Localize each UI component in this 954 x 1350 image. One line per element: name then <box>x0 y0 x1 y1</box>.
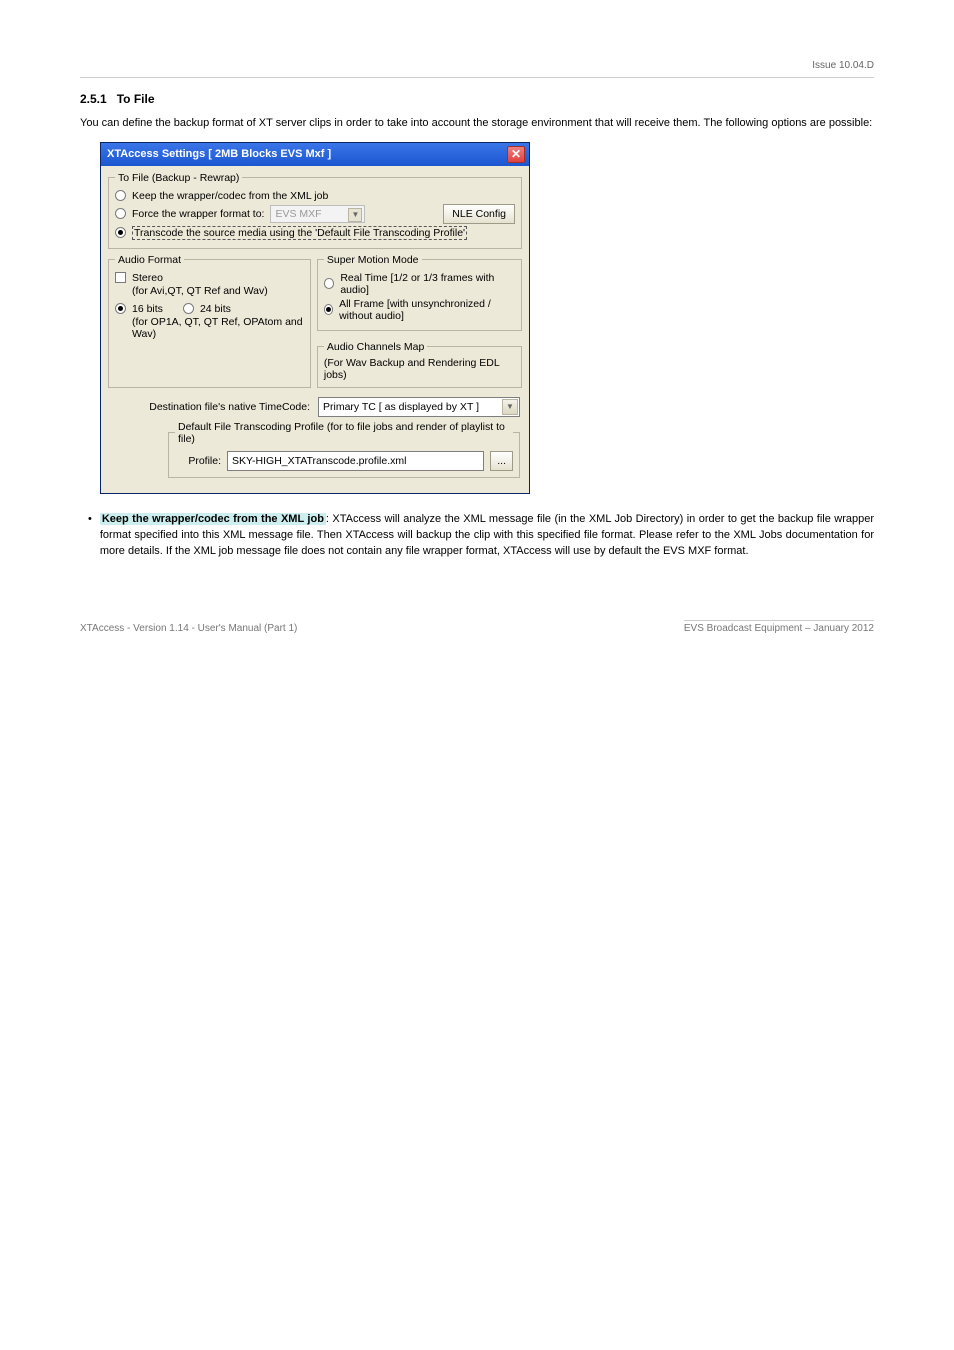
native-tc-label: Destination file's native TimeCode: <box>110 401 310 413</box>
close-icon[interactable]: ✕ <box>507 146 525 163</box>
to-file-group: To File (Backup - Rewrap) Keep the wrapp… <box>108 172 522 249</box>
stereo-help: (for Avi,QT, QT Ref and Wav) <box>132 285 304 297</box>
section-number: 2.5.1 <box>80 92 107 106</box>
transcoding-profile-legend: Default File Transcoding Profile (for to… <box>175 421 513 445</box>
force-wrapper-label: Force the wrapper format to: <box>132 208 264 220</box>
transcode-radio[interactable] <box>115 227 126 238</box>
header-rule <box>80 77 874 78</box>
bullet-label: Keep the wrapper/codec from the XML job <box>100 513 326 525</box>
stereo-label: Stereo <box>132 272 163 284</box>
keep-wrapper-radio[interactable] <box>115 190 126 201</box>
footer-right: EVS Broadcast Equipment – January 2012 <box>684 620 874 634</box>
wrapper-format-value: EVS MXF <box>275 208 321 220</box>
transcoding-profile-group: Default File Transcoding Profile (for to… <box>168 421 520 478</box>
native-tc-combo[interactable]: Primary TC [ as displayed by XT ] ▼ <box>318 397 520 417</box>
to-file-legend: To File (Backup - Rewrap) <box>115 172 242 184</box>
profile-browse-button[interactable]: ... <box>490 451 513 471</box>
bits-help: (for OP1A, QT, QT Ref, OPAtom and Wav) <box>132 316 304 340</box>
audio-channels-map-legend: Audio Channels Map <box>324 341 427 353</box>
intro-paragraph: You can define the backup format of XT s… <box>80 116 874 132</box>
16bits-radio[interactable] <box>115 303 126 314</box>
audio-format-group: Audio Format Stereo (for Avi,QT, QT Ref … <box>108 254 311 388</box>
force-wrapper-radio[interactable] <box>115 208 126 219</box>
footer-left: XTAccess - Version 1.14 - User's Manual … <box>80 623 297 634</box>
dialog-titlebar[interactable]: XTAccess Settings [ 2MB Blocks EVS Mxf ]… <box>101 143 529 166</box>
super-motion-group: Super Motion Mode Real Time [1/2 or 1/3 … <box>317 254 522 331</box>
24bits-label: 24 bits <box>200 303 231 315</box>
stereo-checkbox[interactable] <box>115 272 126 283</box>
xtaccess-settings-dialog: XTAccess Settings [ 2MB Blocks EVS Mxf ]… <box>100 142 530 494</box>
profile-input[interactable]: SKY-HIGH_XTATranscode.profile.xml <box>227 451 484 471</box>
native-tc-value: Primary TC [ as displayed by XT ] <box>323 401 479 413</box>
section-title: To File <box>117 92 155 106</box>
wrapper-format-combo[interactable]: EVS MXF ▼ <box>270 205 365 223</box>
transcode-label: Transcode the source media using the 'De… <box>132 226 467 240</box>
24bits-radio[interactable] <box>183 303 194 314</box>
allframe-label: All Frame [with unsynchronized / without… <box>339 298 515 322</box>
nle-config-button[interactable]: NLE Config <box>443 204 515 224</box>
bullet-paragraph: Keep the wrapper/codec from the XML job:… <box>100 512 874 560</box>
keep-wrapper-label: Keep the wrapper/codec from the XML job <box>132 190 328 202</box>
section-heading: 2.5.1 To File <box>80 92 874 106</box>
audio-channels-map-help: (For Wav Backup and Rendering EDL jobs) <box>324 357 515 381</box>
dialog-title: XTAccess Settings [ 2MB Blocks EVS Mxf ] <box>107 148 331 160</box>
super-motion-legend: Super Motion Mode <box>324 254 422 266</box>
profile-label: Profile: <box>175 455 221 467</box>
header-issue: Issue 10.04.D <box>80 60 874 71</box>
16bits-label: 16 bits <box>132 303 163 315</box>
audio-channels-map-group: Audio Channels Map (For Wav Backup and R… <box>317 341 522 388</box>
allframe-radio[interactable] <box>324 304 333 315</box>
realtime-label: Real Time [1/2 or 1/3 frames with audio] <box>340 272 515 296</box>
chevron-down-icon: ▼ <box>348 208 362 222</box>
audio-format-legend: Audio Format <box>115 254 184 266</box>
chevron-down-icon: ▼ <box>502 399 518 415</box>
bullet-icon: • <box>88 512 92 560</box>
realtime-radio[interactable] <box>324 278 334 289</box>
